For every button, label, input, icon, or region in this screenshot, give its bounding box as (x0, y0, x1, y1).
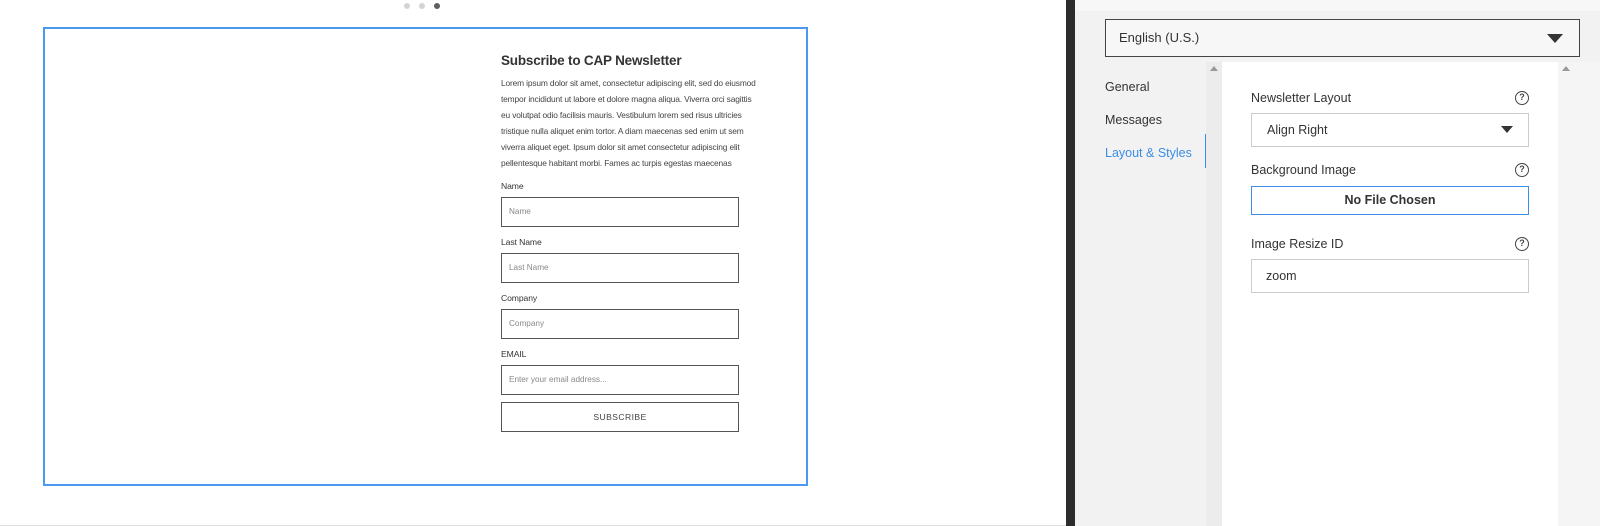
scroll-up-icon[interactable] (1562, 66, 1570, 71)
content-scrollbar[interactable] (1558, 62, 1600, 526)
help-icon[interactable]: ? (1515, 163, 1529, 177)
image-resize-label: Image Resize ID (1251, 237, 1344, 251)
choose-file-button[interactable]: No File Chosen (1251, 186, 1529, 215)
background-image-setting: Background Image ? No File Chosen (1251, 163, 1529, 215)
name-input[interactable]: Name (501, 197, 739, 227)
name-label: Name (501, 181, 524, 191)
settings-nav: General Messages Layout & Styles (1105, 80, 1192, 179)
chevron-down-icon (1547, 34, 1563, 43)
last-name-label: Last Name (501, 237, 542, 247)
newsletter-form: Subscribe to CAP Newsletter Lorem ipsum … (501, 53, 761, 432)
image-resize-setting: Image Resize ID ? zoom (1251, 237, 1529, 293)
company-input[interactable]: Company (501, 309, 739, 339)
email-label: EMAIL (501, 349, 527, 359)
carousel-dot-1[interactable] (404, 3, 410, 9)
nav-scrollbar[interactable] (1206, 62, 1222, 526)
newsletter-layout-value: Align Right (1267, 123, 1328, 137)
background-image-label: Background Image (1251, 163, 1356, 177)
nav-item-layout-styles[interactable]: Layout & Styles (1105, 146, 1192, 179)
newsletter-layout-label: Newsletter Layout (1251, 91, 1352, 105)
email-input[interactable]: Enter your email address... (501, 365, 739, 395)
newsletter-preview[interactable]: Subscribe to CAP Newsletter Lorem ipsum … (43, 27, 808, 486)
nav-item-general[interactable]: General (1105, 80, 1192, 113)
language-select-value: English (U.S.) (1119, 30, 1200, 45)
newsletter-layout-select[interactable]: Align Right (1251, 113, 1529, 147)
carousel-dot-2[interactable] (419, 3, 425, 9)
language-select[interactable]: English (U.S.) (1105, 19, 1580, 57)
settings-content: Newsletter Layout ? Align Right Backgrou… (1222, 62, 1558, 526)
nav-item-messages[interactable]: Messages (1105, 113, 1192, 146)
help-icon[interactable]: ? (1515, 237, 1529, 251)
carousel-dot-3[interactable] (434, 3, 440, 9)
newsletter-layout-setting: Newsletter Layout ? Align Right (1251, 91, 1529, 147)
editor-canvas: Subscribe to CAP Newsletter Lorem ipsum … (0, 0, 1066, 526)
chevron-down-icon (1501, 126, 1513, 133)
carousel-dots (404, 3, 440, 9)
image-resize-input[interactable]: zoom (1251, 259, 1529, 293)
subscribe-button[interactable]: SUBSCRIBE (501, 402, 739, 432)
last-name-input[interactable]: Last Name (501, 253, 739, 283)
help-icon[interactable]: ? (1515, 91, 1529, 105)
scroll-up-icon[interactable] (1210, 66, 1218, 71)
panel-top-strip (1075, 0, 1600, 11)
panel-divider[interactable] (1066, 0, 1075, 526)
company-label: Company (501, 293, 538, 303)
newsletter-title: Subscribe to CAP Newsletter (501, 53, 682, 68)
newsletter-description: Lorem ipsum dolor sit amet, consectetur … (501, 78, 756, 168)
